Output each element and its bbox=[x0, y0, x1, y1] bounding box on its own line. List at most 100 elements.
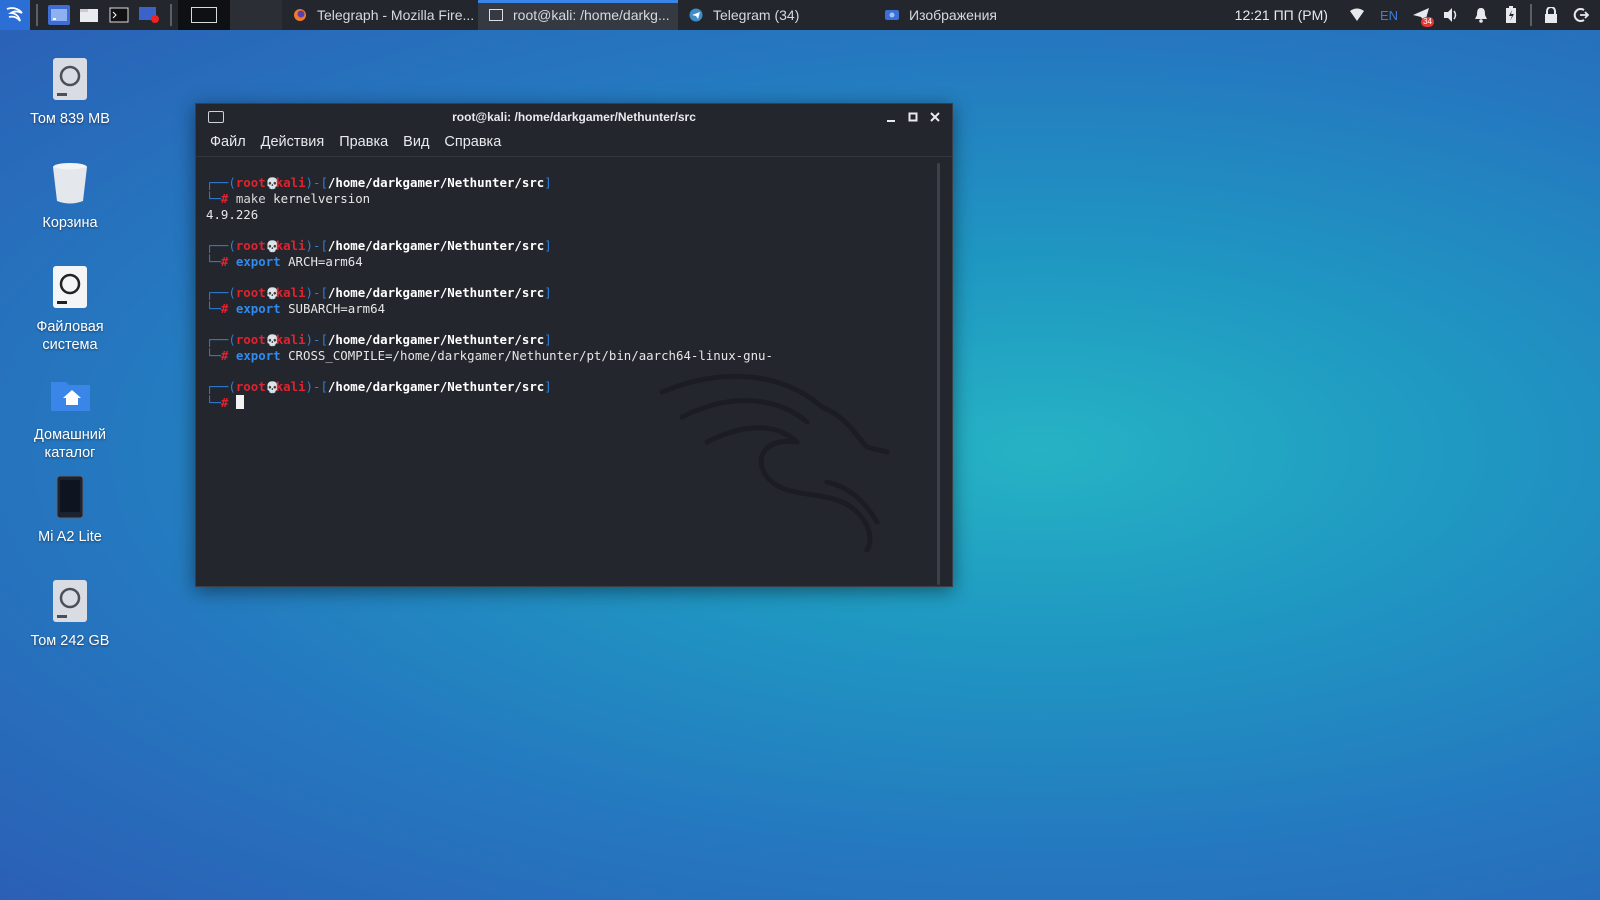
menu-view[interactable]: Вид bbox=[403, 134, 429, 150]
prompt-path: /home/darkgamer/Nethunter/src bbox=[327, 332, 545, 347]
prompt-frame: ] bbox=[544, 175, 552, 190]
text-cursor bbox=[235, 395, 244, 409]
desktop-icon-filesystem[interactable]: Файловая система bbox=[14, 264, 126, 354]
prompt-user: root bbox=[235, 332, 266, 347]
command-keyword: export bbox=[235, 348, 281, 363]
command-keyword: export bbox=[235, 301, 281, 316]
prompt-frame: )-[ bbox=[305, 379, 328, 394]
home-folder-icon bbox=[50, 372, 90, 418]
task-terminal[interactable]: root@kali: /home/darkg... bbox=[478, 0, 678, 30]
prompt-path: /home/darkgamer/Nethunter/src bbox=[327, 175, 545, 190]
menu-file[interactable]: Файл bbox=[210, 134, 246, 150]
desktop-icon-volume-242gb[interactable]: Том 242 GB bbox=[14, 578, 126, 650]
maximize-button[interactable] bbox=[904, 108, 922, 126]
task-images[interactable]: Изображения bbox=[874, 0, 1054, 30]
skull-icon: 💀 bbox=[265, 381, 280, 394]
trash-icon bbox=[50, 160, 90, 206]
prompt-frame: )-[ bbox=[305, 285, 328, 300]
prompt-line: ┌──(root💀kali)-[/home/darkgamer/Nethunte… bbox=[206, 332, 952, 348]
menu-edit[interactable]: Правка bbox=[339, 134, 388, 150]
terminal-launcher-icon[interactable] bbox=[108, 5, 130, 25]
prompt-frame: ┌──( bbox=[206, 175, 236, 190]
top-panel: Telegraph - Mozilla Fire... root@kali: /… bbox=[0, 0, 1600, 30]
workspace-2[interactable] bbox=[230, 0, 282, 30]
terminal-scrollbar[interactable] bbox=[937, 163, 940, 585]
prompt-line: ┌──(root💀kali)-[/home/darkgamer/Nethunte… bbox=[206, 285, 952, 301]
close-icon bbox=[930, 112, 940, 122]
terminal-window[interactable]: root@kali: /home/darkgamer/Nethunter/src… bbox=[195, 103, 953, 587]
desktop-icon-label: Корзина bbox=[42, 215, 98, 231]
desktop-icon-phone[interactable]: Mi A2 Lite bbox=[14, 474, 126, 546]
show-desktop-icon[interactable] bbox=[48, 5, 70, 25]
prompt-user: root bbox=[235, 285, 266, 300]
prompt-frame: )-[ bbox=[305, 175, 328, 190]
command-line: └─# export SUBARCH=arm64 bbox=[206, 301, 952, 317]
prompt-frame: ┌──( bbox=[206, 238, 236, 253]
screen-recorder-icon[interactable] bbox=[138, 5, 160, 25]
prompt-line: ┌──(root💀kali)-[/home/darkgamer/Nethunte… bbox=[206, 175, 952, 191]
workspace-1[interactable] bbox=[178, 0, 230, 30]
prompt-host: kali bbox=[275, 285, 306, 300]
prompt-host: kali bbox=[275, 175, 306, 190]
task-firefox[interactable]: Telegraph - Mozilla Fire... bbox=[282, 0, 478, 30]
drive-icon bbox=[50, 578, 90, 624]
command-args: kernelversion bbox=[265, 191, 371, 206]
battery-icon[interactable] bbox=[1502, 6, 1520, 24]
image-viewer-icon bbox=[884, 7, 900, 23]
telegram-icon bbox=[688, 7, 704, 23]
prompt-frame: ] bbox=[544, 379, 552, 394]
prompt-path: /home/darkgamer/Nethunter/src bbox=[327, 238, 545, 253]
lock-screen-icon[interactable] bbox=[1542, 6, 1560, 24]
command-args: SUBARCH=arm64 bbox=[280, 301, 386, 316]
notifications-bell-icon[interactable] bbox=[1472, 6, 1490, 24]
phone-icon bbox=[50, 474, 90, 520]
minimize-icon bbox=[887, 120, 895, 122]
telegram-tray-icon[interactable]: 34 bbox=[1412, 6, 1434, 27]
terminal-output[interactable]: ┌──(root💀kali)-[/home/darkgamer/Nethunte… bbox=[196, 156, 952, 586]
panel-separator bbox=[36, 4, 38, 26]
clock[interactable]: 12:21 ПП (PM) bbox=[1235, 7, 1328, 23]
prompt-user: root bbox=[235, 379, 266, 394]
prompt-frame: └─ bbox=[206, 395, 221, 410]
skull-icon: 💀 bbox=[265, 240, 280, 253]
prompt-frame: ┌──( bbox=[206, 332, 236, 347]
task-telegram[interactable]: Telegram (34) bbox=[678, 0, 874, 30]
system-tray: 12:21 ПП (PM) EN 34 bbox=[1235, 0, 1600, 30]
menu-help[interactable]: Справка bbox=[444, 134, 501, 150]
close-button[interactable] bbox=[926, 108, 944, 126]
prompt-frame: )-[ bbox=[305, 332, 328, 347]
wifi-icon[interactable] bbox=[1348, 6, 1366, 24]
command-line: └─# bbox=[206, 395, 952, 411]
skull-icon: 💀 bbox=[265, 177, 280, 190]
task-label: Telegraph - Mozilla Fire... bbox=[317, 7, 475, 23]
desktop-icon-label: Файловая система bbox=[36, 319, 104, 353]
notification-badge: 34 bbox=[1421, 17, 1434, 27]
prompt-path: /home/darkgamer/Nethunter/src bbox=[327, 379, 545, 394]
prompt-frame: └─ bbox=[206, 348, 221, 363]
desktop-icon-trash[interactable]: Корзина bbox=[14, 160, 126, 232]
prompt-frame: ] bbox=[544, 285, 552, 300]
file-manager-icon[interactable] bbox=[78, 5, 100, 25]
command-name: make bbox=[235, 191, 266, 206]
desktop-icon-volume-839mb[interactable]: Том 839 MB bbox=[14, 56, 126, 128]
terminal-window-icon bbox=[208, 111, 224, 123]
logout-icon[interactable] bbox=[1572, 6, 1590, 24]
kali-dragon-icon bbox=[6, 7, 23, 22]
desktop-icon-label: Mi A2 Lite bbox=[38, 529, 102, 545]
desktop-icon-home[interactable]: Домашний каталог bbox=[14, 372, 126, 462]
minimize-button[interactable] bbox=[882, 108, 900, 126]
keyboard-layout-indicator[interactable]: EN bbox=[1380, 8, 1398, 23]
menu-actions[interactable]: Действия bbox=[261, 134, 325, 150]
window-titlebar[interactable]: root@kali: /home/darkgamer/Nethunter/src bbox=[196, 104, 952, 130]
prompt-frame: └─ bbox=[206, 254, 221, 269]
task-label: Изображения bbox=[909, 7, 997, 23]
volume-icon[interactable] bbox=[1442, 6, 1460, 24]
kali-menu-button[interactable] bbox=[0, 0, 30, 30]
